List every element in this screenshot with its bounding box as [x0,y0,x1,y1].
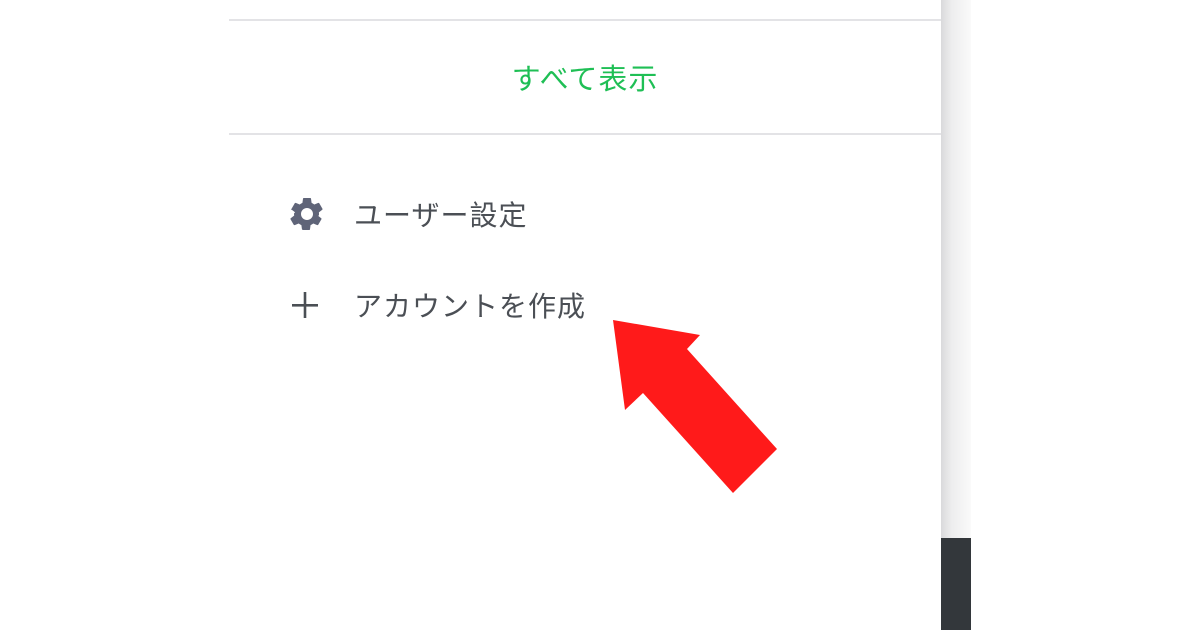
screen: すべて表示 ユーザー設定 アカウントを作成 [0,0,1200,630]
gear-icon [275,184,339,244]
panel-edge-shadow [941,0,971,630]
background-overlay-edge [941,538,971,630]
user-settings-menu-item[interactable]: ユーザー設定 [275,184,527,244]
user-settings-label: ユーザー設定 [354,199,528,232]
divider-middle [229,133,941,135]
show-all-link[interactable]: すべて表示 [229,21,941,133]
create-account-menu-item[interactable]: アカウントを作成 [275,275,586,335]
show-all-label: すべて表示 [511,62,659,96]
create-account-label: アカウントを作成 [354,290,587,323]
plus-icon [275,275,339,335]
menu-panel: すべて表示 ユーザー設定 アカウントを作成 [0,0,941,630]
